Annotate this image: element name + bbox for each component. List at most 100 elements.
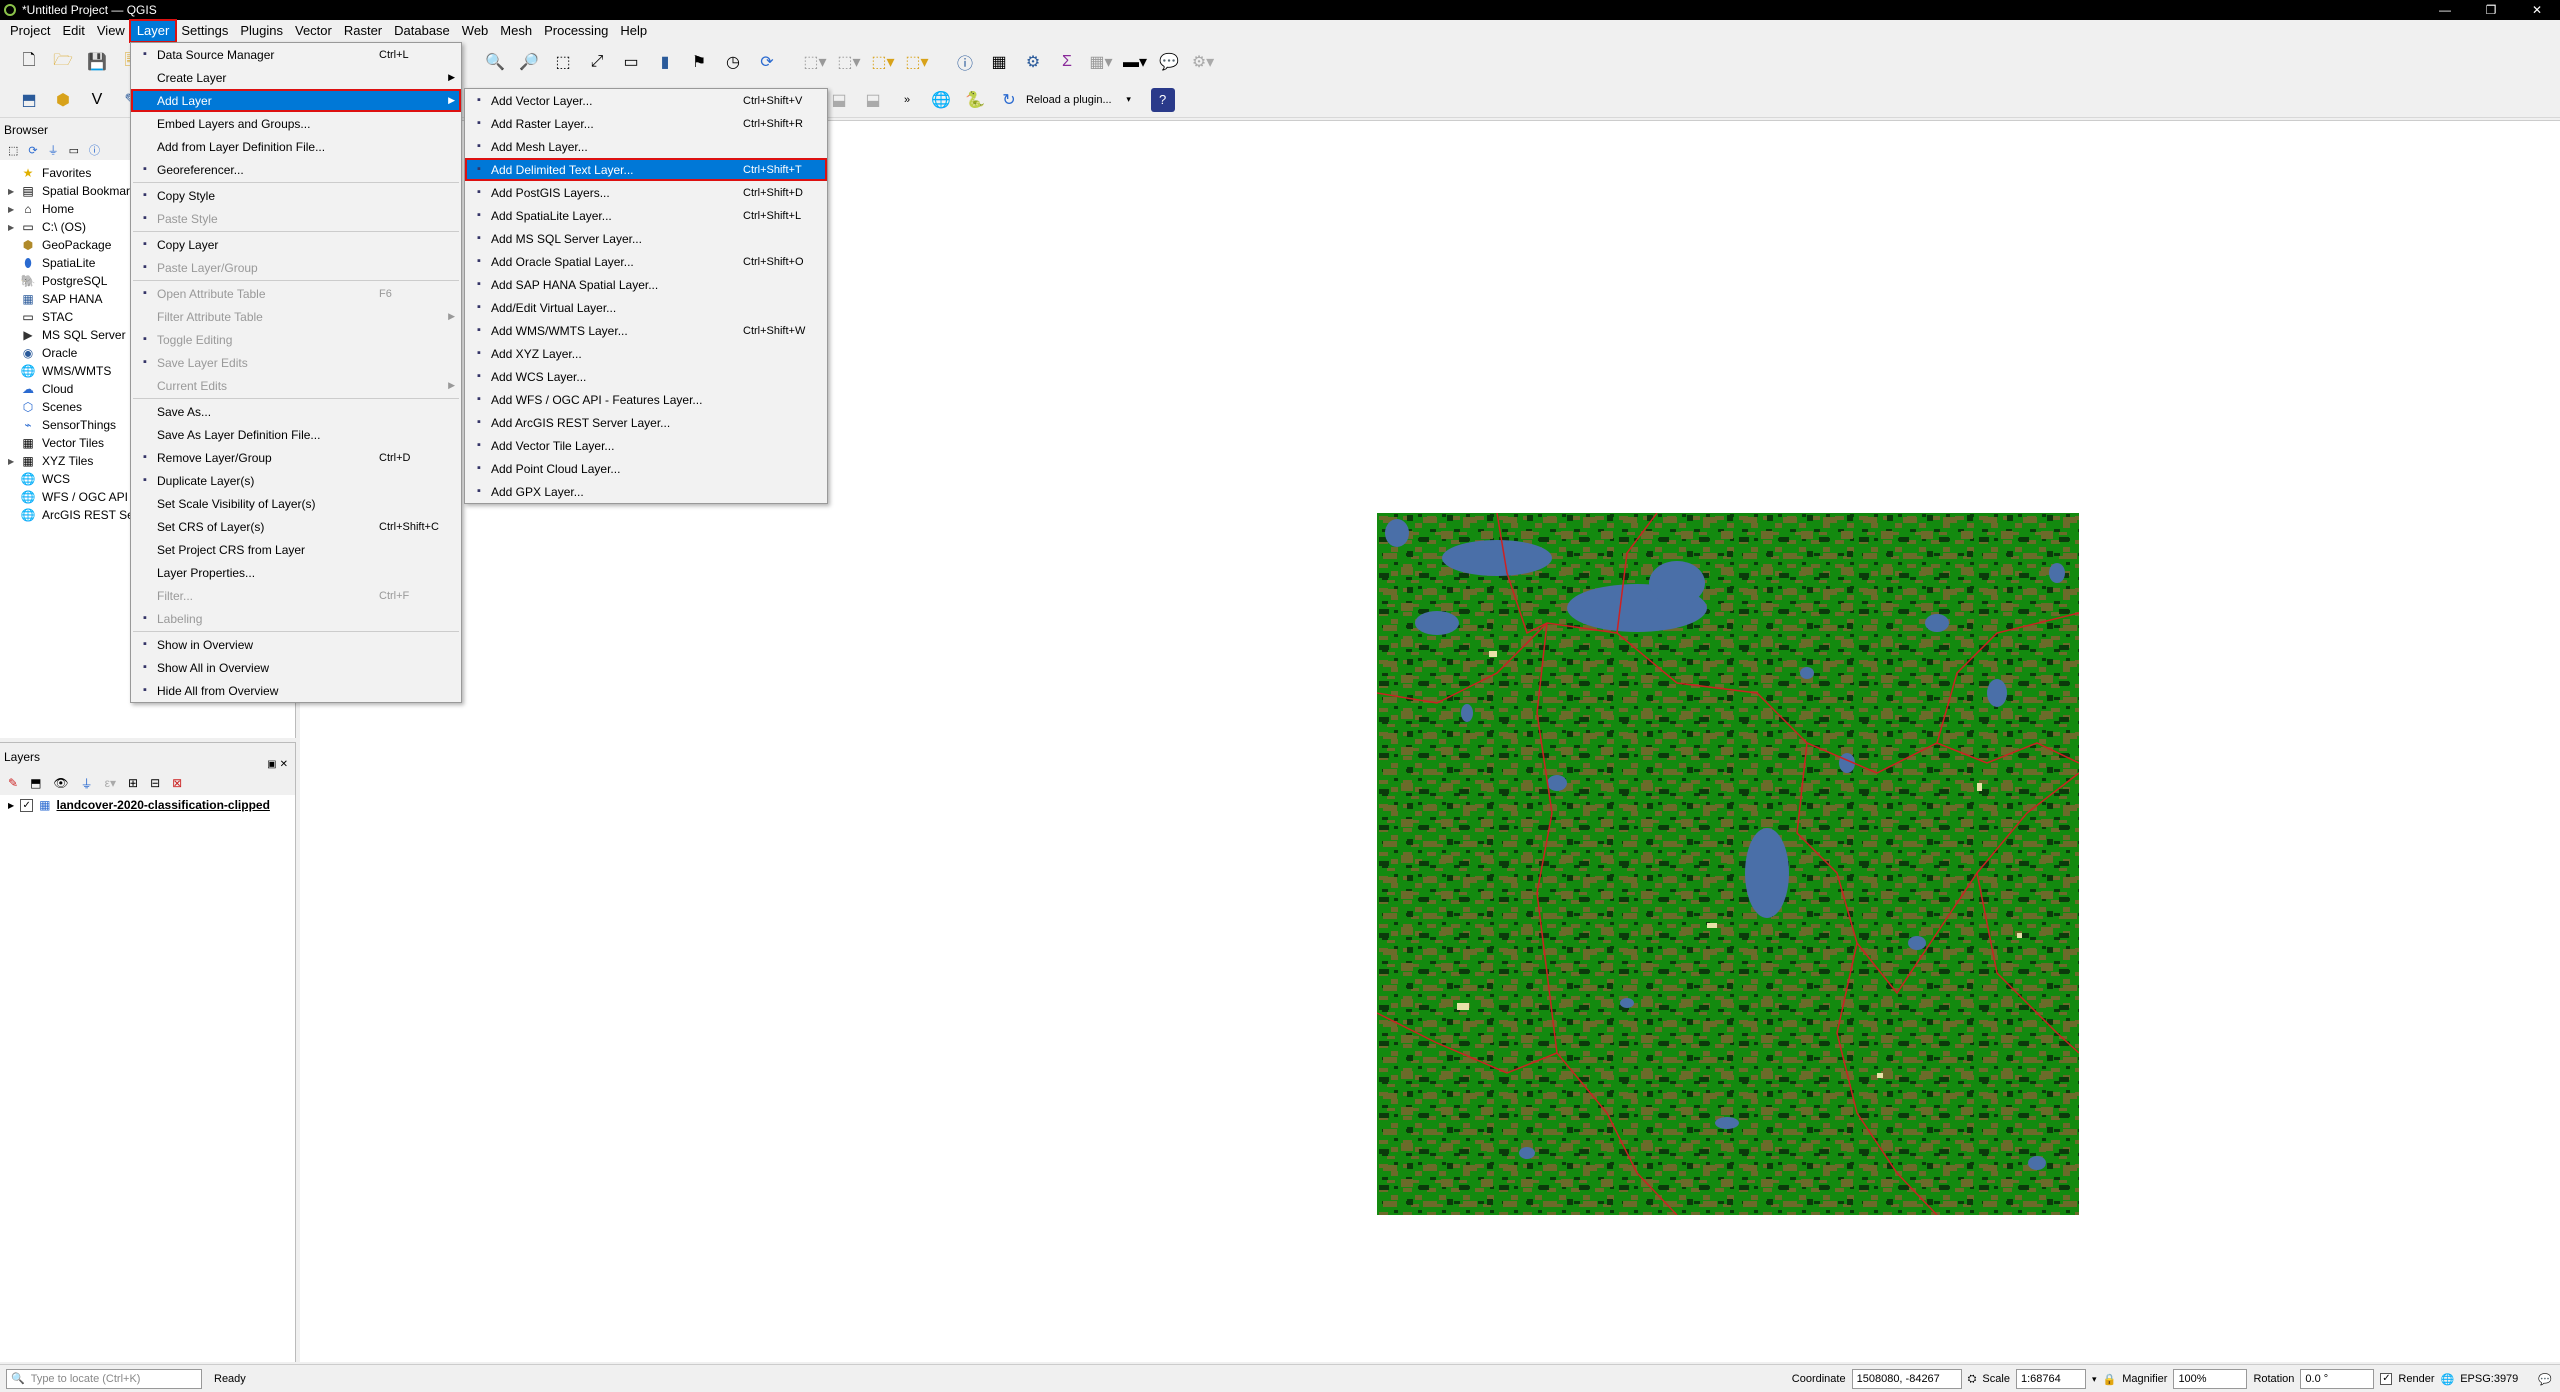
menu-item-toggle-editing[interactable]: ▪ Toggle Editing: [131, 328, 461, 351]
settings-gear-icon[interactable]: ⚙▾: [1191, 50, 1215, 74]
menu-item-add-layer[interactable]: Add Layer ▶: [131, 89, 461, 112]
more-tools-icon[interactable]: »: [895, 88, 919, 112]
menu-item-add-delimited-text-layer[interactable]: ▪ Add Delimited Text Layer... Ctrl+Shift+T: [465, 158, 827, 181]
menu-item-add-vector-layer[interactable]: ▪ Add Vector Layer... Ctrl+Shift+V: [465, 89, 827, 112]
temporal-controller-icon[interactable]: ◷: [721, 50, 745, 74]
menu-item-save-as[interactable]: Save As...: [131, 400, 461, 423]
menu-item-add-sap-hana-spatial-layer[interactable]: ▪ Add SAP HANA Spatial Layer...: [465, 273, 827, 296]
menu-settings[interactable]: Settings: [175, 21, 234, 41]
magnifier-field[interactable]: 100%: [2173, 1369, 2248, 1389]
menu-item-add-wms-wmts-layer[interactable]: ▪ Add WMS/WMTS Layer... Ctrl+Shift+W: [465, 319, 827, 342]
menu-item-labeling[interactable]: ▪ Labeling: [131, 607, 461, 630]
identify-icon[interactable]: ⓘ: [953, 50, 977, 74]
render-checkbox[interactable]: ✓: [2380, 1373, 2393, 1385]
save-project-icon[interactable]: 💾: [85, 50, 109, 74]
scale-field[interactable]: 1:68764: [2015, 1369, 2086, 1389]
menu-item-copy-style[interactable]: ▪ Copy Style: [131, 184, 461, 207]
menu-item-copy-layer[interactable]: ▪ Copy Layer: [131, 233, 461, 256]
menu-item-add-xyz-layer[interactable]: ▪ Add XYZ Layer...: [465, 342, 827, 365]
menu-item-remove-layer-group[interactable]: ▪ Remove Layer/Group Ctrl+D: [131, 446, 461, 469]
menu-item-layer-properties[interactable]: Layer Properties...: [131, 561, 461, 584]
select-value-icon[interactable]: ⬚▾: [837, 50, 861, 74]
menu-item-add-from-layer-definition-file[interactable]: Add from Layer Definition File...: [131, 135, 461, 158]
menu-item-add-spatialite-layer[interactable]: ▪ Add SpatiaLite Layer... Ctrl+Shift+L: [465, 204, 827, 227]
menu-item-add-mesh-layer[interactable]: ▪ Add Mesh Layer...: [465, 135, 827, 158]
messages-icon[interactable]: 💬: [2538, 1373, 2552, 1386]
expand-all-icon[interactable]: ⊞: [128, 776, 138, 790]
menu-item-paste-layer-group[interactable]: ▪ Paste Layer/Group: [131, 256, 461, 279]
menu-item-open-attribute-table[interactable]: ▪ Open Attribute Table F6: [131, 282, 461, 305]
label-tool-icon[interactable]: ⬓: [827, 88, 851, 112]
layer-styling-icon[interactable]: ✎: [8, 776, 18, 790]
panel-controls[interactable]: ▣✕: [267, 751, 291, 779]
menu-item-georeferencer[interactable]: ▪ Georeferencer...: [131, 158, 461, 181]
menu-project[interactable]: Project: [4, 21, 56, 41]
menu-item-add-arcgis-rest-server-layer[interactable]: ▪ Add ArcGIS REST Server Layer...: [465, 411, 827, 434]
refresh-icon[interactable]: ⟳: [28, 144, 37, 157]
close-button[interactable]: ✕: [2514, 0, 2560, 20]
help-icon[interactable]: ?: [1150, 87, 1175, 112]
menu-item-show-in-overview[interactable]: ▪ Show in Overview: [131, 633, 461, 656]
menu-item-hide-all-from-overview[interactable]: ▪ Hide All from Overview: [131, 679, 461, 702]
menu-item-add-postgis-layers[interactable]: ▪ Add PostGIS Layers... Ctrl+Shift+D: [465, 181, 827, 204]
menu-vector[interactable]: Vector: [289, 21, 338, 41]
digitize-icon[interactable]: V: [85, 88, 109, 112]
menu-item-add-raster-layer[interactable]: ▪ Add Raster Layer... Ctrl+Shift+R: [465, 112, 827, 135]
menu-help[interactable]: Help: [614, 21, 653, 41]
locator-search[interactable]: 🔍 Type to locate (Ctrl+K): [6, 1368, 202, 1389]
maximize-button[interactable]: ❐: [2468, 0, 2514, 20]
menu-view[interactable]: View: [91, 21, 131, 41]
reload-plugin-icon[interactable]: ↻: [997, 88, 1021, 112]
filter-icon[interactable]: ⏚: [48, 142, 59, 158]
menu-item-data-source-manager[interactable]: ▪ Data Source Manager Ctrl+L: [131, 43, 461, 66]
collapse-all-icon[interactable]: ▭: [69, 144, 79, 157]
attribute-table-icon[interactable]: ▦: [987, 50, 1011, 74]
select-location-icon[interactable]: ⬚▾: [905, 50, 929, 74]
deselect-icon[interactable]: ⬚▾: [871, 50, 895, 74]
menu-item-filter[interactable]: Filter... Ctrl+F: [131, 584, 461, 607]
coordinate-toggle-icon[interactable]: ⛭: [1968, 1373, 1977, 1386]
zoom-full-icon[interactable]: ⤢: [585, 50, 609, 74]
zoom-out-icon[interactable]: 🔎: [517, 50, 541, 74]
menu-item-create-layer[interactable]: Create Layer ▶: [131, 66, 461, 89]
measure-icon[interactable]: ▬▾: [1123, 50, 1147, 74]
lock-icon[interactable]: 🔒: [2102, 1373, 2116, 1386]
menu-plugins[interactable]: Plugins: [234, 21, 289, 41]
python-icon[interactable]: 🐍: [963, 88, 987, 112]
zoom-rubberband-icon[interactable]: ⬚: [551, 50, 575, 74]
menu-database[interactable]: Database: [388, 21, 456, 41]
zoom-layer-icon[interactable]: ▭: [619, 50, 643, 74]
refresh-icon[interactable]: ⟳: [755, 50, 779, 74]
menu-item-filter-attribute-table[interactable]: Filter Attribute Table ▶: [131, 305, 461, 328]
chevron-down-icon[interactable]: ▾: [1117, 88, 1141, 112]
label-move-icon[interactable]: ⬓: [861, 88, 885, 112]
expand-arrow-icon[interactable]: ▶: [8, 801, 14, 810]
properties-icon[interactable]: ⓘ: [89, 142, 100, 158]
data-source-manager-icon[interactable]: ⬒: [17, 88, 41, 112]
menu-item-add-edit-virtual-layer[interactable]: ▪ Add/Edit Virtual Layer...: [465, 296, 827, 319]
processing-toolbox-icon[interactable]: ⚙: [1021, 50, 1045, 74]
select-features-icon[interactable]: ⬚▾: [803, 50, 827, 74]
menu-item-add-ms-sql-server-layer[interactable]: ▪ Add MS SQL Server Layer...: [465, 227, 827, 250]
globe-icon[interactable]: 🌐: [929, 88, 953, 112]
coordinate-field[interactable]: 1508080, -84267: [1851, 1369, 1962, 1389]
minimize-button[interactable]: —: [2422, 0, 2468, 20]
add-selected-icon[interactable]: ⬚: [8, 144, 18, 157]
layer-visibility-checkbox[interactable]: ✓: [20, 798, 34, 812]
measure-grid-icon[interactable]: ▦▾: [1089, 50, 1113, 74]
add-group-icon[interactable]: ⬒: [30, 776, 41, 790]
menu-item-save-layer-edits[interactable]: ▪ Save Layer Edits: [131, 351, 461, 374]
menu-raster[interactable]: Raster: [338, 21, 388, 41]
menu-layer[interactable]: Layer: [128, 19, 178, 43]
collapse-all-icon[interactable]: ⊟: [150, 776, 160, 790]
menu-edit[interactable]: Edit: [56, 21, 90, 41]
open-project-icon[interactable]: 🗁: [51, 50, 75, 74]
reload-plugin-button[interactable]: Reload a plugin...: [1026, 94, 1112, 106]
filter-expression-icon[interactable]: ε▾: [105, 776, 116, 790]
menu-item-set-project-crs-from-layer[interactable]: Set Project CRS from Layer: [131, 538, 461, 561]
menu-item-set-scale-visibility-of-layer-s[interactable]: Set Scale Visibility of Layer(s): [131, 492, 461, 515]
zoom-in-icon[interactable]: 🔍: [483, 50, 507, 74]
new-bookmark-icon[interactable]: ⚑: [687, 50, 711, 74]
menu-item-add-point-cloud-layer[interactable]: ▪ Add Point Cloud Layer...: [465, 457, 827, 480]
remove-layer-icon[interactable]: ⊠: [172, 776, 182, 790]
